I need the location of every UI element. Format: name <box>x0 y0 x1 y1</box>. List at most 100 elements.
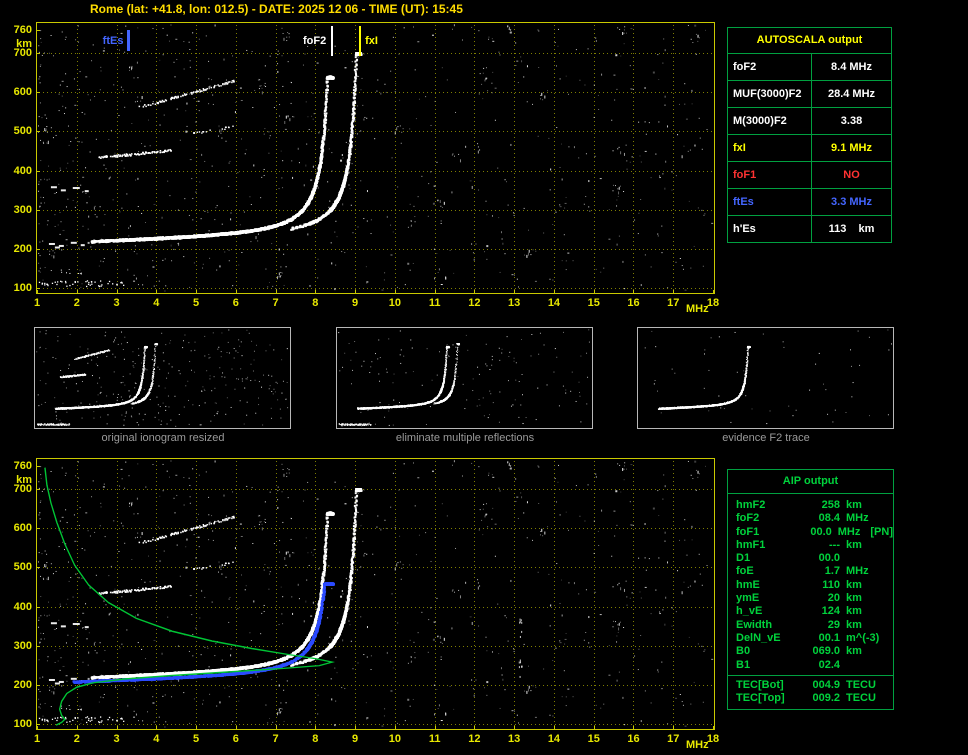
x-tick-label: 10 <box>388 733 401 745</box>
aip-table-row: TEC[Bot] 004.9 TECU <box>728 679 893 692</box>
thumbnail-multiple-reflections-removed <box>336 327 593 429</box>
aip-table-row: B1 02.4 <box>728 659 893 672</box>
aip-table-row: hmF2 258 km <box>728 499 893 512</box>
parameter-note: [PN] <box>870 525 893 538</box>
parameter-unit: km <box>846 645 862 658</box>
parameter-value: 00.1 <box>818 631 840 644</box>
parameter-label: h_vE <box>736 605 763 618</box>
marker-label-fxi: fxI <box>365 35 378 47</box>
top-ionogram-plot <box>36 22 715 294</box>
y-tick-label: 500 <box>13 561 32 574</box>
y-tick-label: 600 <box>13 86 32 99</box>
x-tick-label: 3 <box>113 297 120 309</box>
parameter-unit: MHz <box>846 512 869 525</box>
parameter-value: 08.4 <box>818 512 840 525</box>
parameter-unit <box>846 552 876 565</box>
autoscala-output-table: AUTOSCALA output foF2 8.4 MHz MUF(3000)F2 2… <box>727 27 892 243</box>
y-tick-label: 700 <box>13 47 32 60</box>
aip-table-row: B0 069.0 km <box>728 645 893 658</box>
x-tick-label: 1 <box>33 297 41 309</box>
parameter-label: foF1 <box>736 525 760 538</box>
x-tick-label: 16 <box>627 297 640 309</box>
parameter-label: TEC[Bot] <box>736 678 784 691</box>
parameter-unit: km <box>846 578 862 591</box>
x-tick-label: 12 <box>468 297 481 309</box>
x-tick-label: 4 <box>153 297 160 309</box>
parameter-label: M(3000)F2 <box>728 108 812 134</box>
station-title: Rome (lat: +41.8, lon: 012.5) - DATE: 20… <box>90 2 463 16</box>
y-tick-label: 200 <box>13 242 32 255</box>
aip-table-row: D1 00.0 <box>728 552 893 565</box>
parameter-unit: TECU <box>846 692 876 705</box>
parameter-unit: MHz <box>837 525 861 538</box>
parameter-unit: km <box>846 499 862 511</box>
x-tick-label: 9 <box>352 297 359 309</box>
aip-table-body: hmF2 258 km foF2 08.4 MHz foF1 00.0 MHz [PN] hmF1-… <box>728 494 893 675</box>
parameter-label: hmF1 <box>736 538 766 551</box>
parameter-unit <box>846 659 876 672</box>
x-tick-label: 8 <box>312 733 319 745</box>
x-tick-label: 7 <box>272 733 279 745</box>
autoscala-table-row: ftEs 3.3 MHz <box>728 189 891 216</box>
x-tick-label: 14 <box>547 733 561 745</box>
parameter-value: 20 <box>827 592 840 605</box>
x-tick-label: 11 <box>428 733 441 745</box>
aip-table-row: foF1 00.0 MHz [PN] <box>728 526 893 539</box>
autoscala-table-row: fxI 9.1 MHz <box>728 135 891 162</box>
parameter-label: MUF(3000)F2 <box>728 81 812 107</box>
aip-table-row: hmE 110 km <box>728 579 893 592</box>
parameter-value: 02.4 <box>818 658 840 671</box>
parameter-label: foF2 <box>736 512 760 525</box>
parameter-unit: m^(-3) <box>846 631 880 644</box>
x-tick-label: 7 <box>272 297 279 309</box>
thumbnail-original-ionogram <box>34 327 291 429</box>
parameter-value: 004.9 <box>812 678 840 691</box>
parameter-label: B0 <box>736 645 751 658</box>
parameter-value: NO <box>843 169 860 181</box>
y-tick-label: 100 <box>13 718 32 730</box>
marker-label-ftes: ftEs <box>102 35 124 47</box>
aip-table-header: AIP output <box>728 470 893 494</box>
aip-table-row: DelN_vE 00.1 m^(-3) <box>728 632 893 645</box>
parameter-value: 8.4 MHz <box>831 61 872 73</box>
y-tick-label: 200 <box>13 678 32 691</box>
parameter-label: DelN_vE <box>736 631 781 644</box>
x-tick-label: 2 <box>73 733 80 745</box>
aip-table-row: ymE 20 km <box>728 592 893 605</box>
parameter-value: --- <box>829 538 840 551</box>
x-tick-label: 9 <box>352 733 359 745</box>
parameter-unit: km <box>846 618 862 631</box>
parameter-value: 29 <box>827 618 840 631</box>
autoscala-table-row: MUF(3000)F2 28.4 MHz <box>728 81 891 108</box>
x-axis-unit: MHz <box>686 739 709 751</box>
parameter-label: B1 <box>736 658 751 671</box>
aip-table-row: TEC[Top] 009.2 TECU <box>728 692 893 705</box>
x-tick-label: 11 <box>428 297 441 309</box>
y-tick-label: 300 <box>13 639 32 652</box>
x-tick-label: 15 <box>587 297 600 309</box>
y-tick-label: 300 <box>13 203 32 216</box>
parameter-unit: MHz <box>846 565 869 578</box>
x-tick-label: 13 <box>508 733 521 745</box>
x-tick-label: 10 <box>388 297 401 309</box>
parameter-value: 3.3 MHz <box>831 196 872 208</box>
bottom-ionogram-plot <box>36 458 715 730</box>
x-tick-label: 3 <box>113 733 120 745</box>
parameter-value: 00.0 <box>810 525 832 538</box>
thumbnail-caption-clean: eliminate multiple reflections <box>395 432 535 444</box>
parameter-value: 28.4 MHz <box>827 88 876 100</box>
parameter-value: 3.38 <box>840 115 863 127</box>
parameter-label: ftEs <box>728 189 812 215</box>
autoscala-table-row: M(3000)F2 3.38 <box>728 108 891 135</box>
x-tick-label: 6 <box>232 733 239 745</box>
parameter-value: 124 <box>821 605 840 618</box>
thumbnail-caption-f2: evidence F2 trace <box>722 432 810 444</box>
y-tick-label: 500 <box>13 125 32 138</box>
parameter-unit: km <box>846 538 862 551</box>
parameter-label: foE <box>736 565 754 578</box>
parameter-label: foF2 <box>728 54 812 80</box>
x-tick-label: 13 <box>508 297 521 309</box>
parameter-value: 113 km <box>828 223 875 235</box>
x-tick-label: 15 <box>587 733 600 745</box>
x-tick-label: 8 <box>312 297 319 309</box>
